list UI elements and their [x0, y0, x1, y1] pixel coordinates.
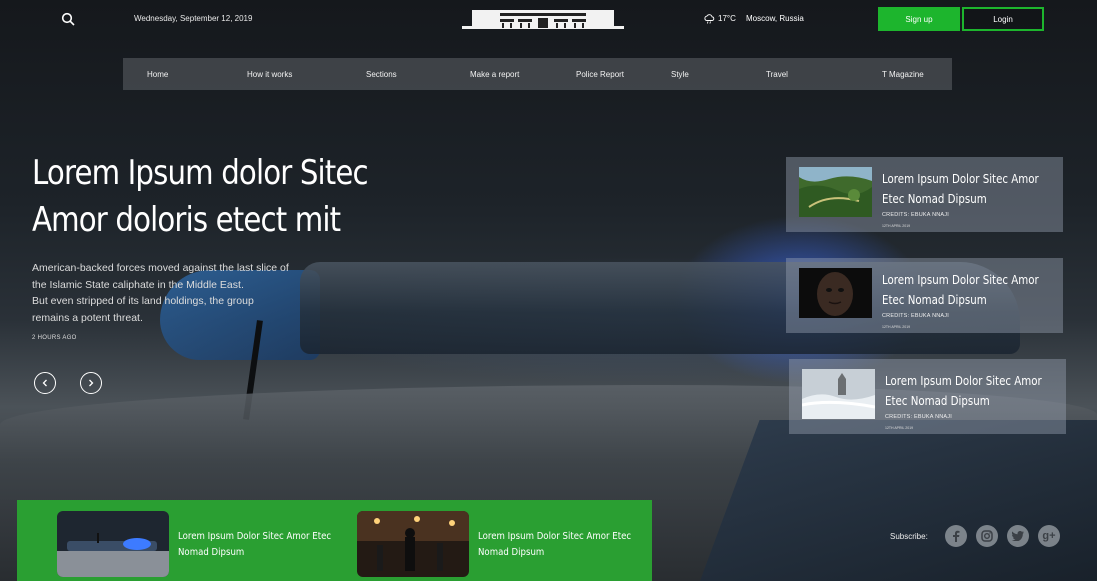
temperature: 17°C: [718, 14, 736, 23]
facebook-icon[interactable]: [945, 525, 967, 547]
nav-item-make-a-report[interactable]: Make a report: [470, 70, 519, 79]
instagram-glyph: [981, 530, 993, 542]
article-date: 12TH APRIL 2019: [882, 224, 911, 228]
nav-item-travel[interactable]: Travel: [766, 70, 788, 79]
hero-timestamp: 2 HOURS AGO: [32, 335, 77, 341]
article-title: Lorem Ipsum Dolor Sitec Amor Etec Nomad …: [882, 169, 1058, 209]
featured-strip: Lorem Ipsum Dolor Sitec Amor Etec Nomad …: [17, 500, 652, 581]
article-thumbnail: [802, 369, 875, 419]
google-plus-glyph: g+: [1042, 530, 1056, 542]
hero-description-line: remains a potent threat.: [32, 311, 143, 324]
chevron-right-icon: [89, 379, 94, 387]
subscribe-label: Subscribe:: [890, 532, 928, 541]
article-title: Lorem Ipsum Dolor Sitec Amor Etec Nomad …: [885, 371, 1061, 411]
chevron-left-icon: [42, 379, 47, 387]
background-windshield: [700, 420, 1097, 581]
side-article-card[interactable]: Lorem Ipsum Dolor Sitec Amor Etec Nomad …: [786, 157, 1063, 232]
article-title-line: Etec Nomad Dipsum: [882, 292, 987, 307]
article-title-line: Lorem Ipsum Dolor Sitec Amor: [882, 171, 1039, 186]
nav-item-style[interactable]: Style: [671, 70, 689, 79]
hero-title-line: Amor doloris etect mit: [32, 200, 341, 240]
side-article-card[interactable]: Lorem Ipsum Dolor Sitec Amor Etec Nomad …: [789, 359, 1066, 434]
article-title-line: Nomad Dipsum: [478, 547, 545, 558]
article-title-line: Nomad Dipsum: [178, 547, 245, 558]
article-title-line: Lorem Ipsum Dolor Sitec Amor: [882, 272, 1039, 287]
hero-description-line: But even stripped of its land holdings, …: [32, 295, 254, 307]
next-slide-button[interactable]: [80, 372, 102, 394]
article-title-line: Lorem Ipsum Dolor Sitec Amor Etec: [478, 531, 632, 542]
nav-item-home[interactable]: Home: [147, 70, 168, 79]
side-article-card[interactable]: Lorem Ipsum Dolor Sitec Amor Etec Nomad …: [786, 258, 1063, 333]
hero-description-line: American-backed forces moved against the…: [32, 262, 289, 274]
google-plus-icon[interactable]: g+: [1038, 525, 1060, 547]
article-thumbnail: [357, 511, 469, 577]
main-nav: Home How it works Sections Make a report…: [123, 58, 952, 90]
facebook-glyph: [953, 530, 960, 542]
site-logo[interactable]: [462, 9, 624, 31]
twitter-glyph: [1012, 531, 1024, 541]
nav-item-sections[interactable]: Sections: [366, 70, 397, 79]
article-title: Lorem Ipsum Dolor Sitec Amor Etec Nomad …: [882, 270, 1058, 310]
article-title: Lorem Ipsum Dolor Sitec Amor Etec Nomad …: [178, 529, 341, 561]
nav-item-t-magazine[interactable]: T Magazine: [882, 70, 924, 79]
article-thumbnail: [57, 511, 169, 577]
nav-item-police-report[interactable]: Police Report: [576, 70, 624, 79]
article-title-line: Lorem Ipsum Dolor Sitec Amor Etec: [178, 531, 332, 542]
article-date: 12TH APRIL 2019: [882, 325, 911, 329]
cloud-rain-icon: [704, 14, 715, 24]
nav-item-how-it-works[interactable]: How it works: [247, 70, 292, 79]
article-title-line: Etec Nomad Dipsum: [885, 393, 990, 408]
hero-description: American-backed forces moved against the…: [32, 260, 292, 326]
article-thumbnail: [799, 167, 872, 217]
article-credit: CREDITS: EBUKA NNAJI: [885, 414, 952, 420]
hero-title[interactable]: Lorem Ipsum dolor Sitec Amor doloris ete…: [32, 150, 393, 244]
article-date: 12TH APRIL 2019: [885, 426, 914, 430]
article-credit: CREDITS: EBUKA NNAJI: [882, 313, 949, 319]
twitter-icon[interactable]: [1007, 525, 1029, 547]
article-credit: CREDITS: EBUKA NNAJI: [882, 212, 949, 218]
instagram-icon[interactable]: [976, 525, 998, 547]
location: Moscow, Russia: [746, 14, 804, 23]
article-title-line: Lorem Ipsum Dolor Sitec Amor: [885, 373, 1042, 388]
signup-button[interactable]: Sign up: [878, 7, 960, 31]
header-date: Wednesday, September 12, 2019: [134, 14, 253, 23]
article-thumbnail: [799, 268, 872, 318]
login-button[interactable]: Login: [962, 7, 1044, 31]
prev-slide-button[interactable]: [34, 372, 56, 394]
hero-description-line: the Islamic State caliphate in the Middl…: [32, 278, 244, 291]
article-title: Lorem Ipsum Dolor Sitec Amor Etec Nomad …: [478, 529, 641, 561]
search-icon[interactable]: [61, 12, 75, 26]
hero-title-line: Lorem Ipsum dolor Sitec: [32, 153, 369, 193]
article-title-line: Etec Nomad Dipsum: [882, 191, 987, 206]
